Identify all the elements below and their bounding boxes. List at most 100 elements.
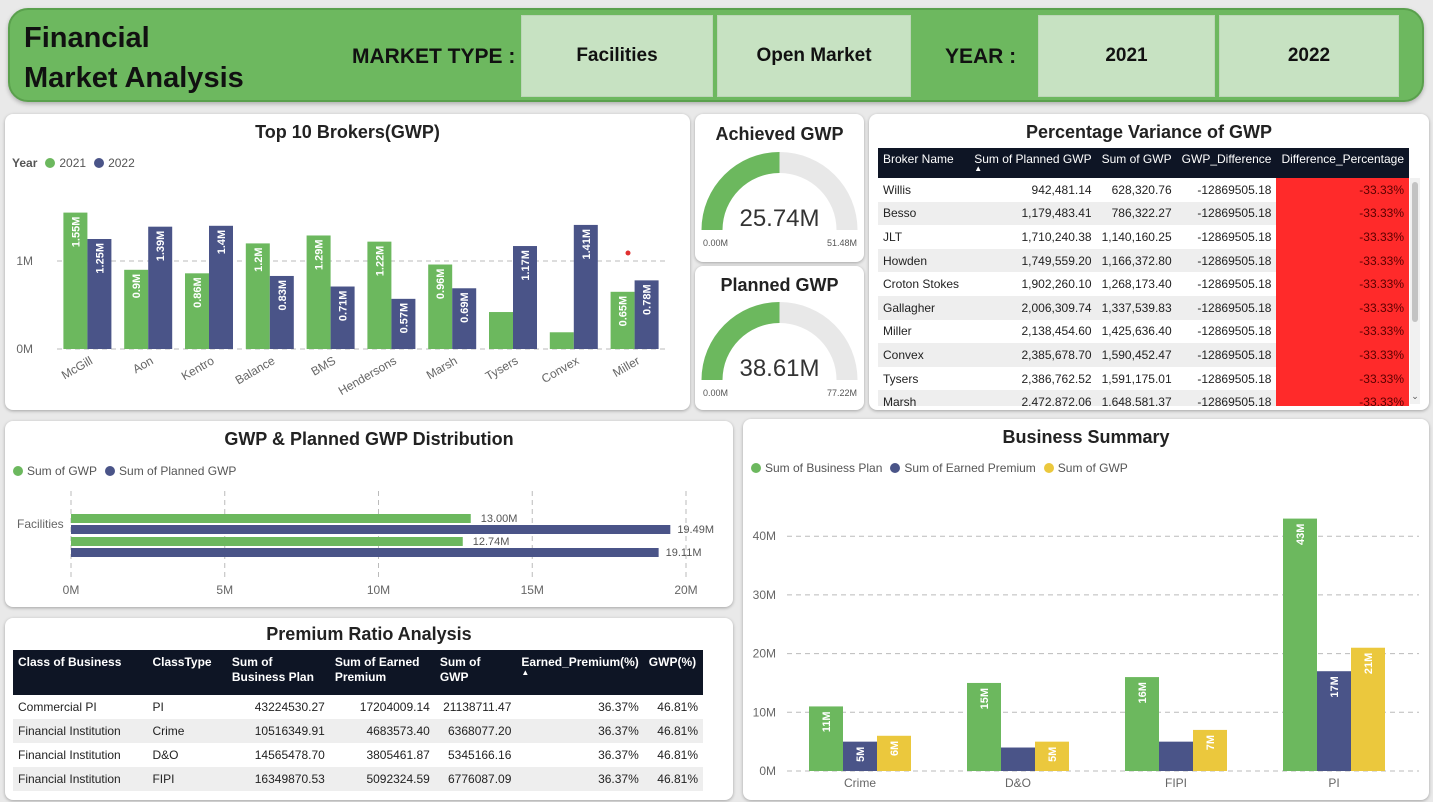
table-cell: 1,749,559.20	[1021, 253, 1092, 268]
gauge-value: 38.61M	[739, 355, 819, 382]
bar-data-label: 7M	[1205, 735, 1217, 750]
table-cell: 2,385,678.70	[1021, 347, 1092, 362]
bar-data-label: 5M	[1047, 747, 1059, 762]
bar-data-label: 1.25M	[94, 243, 106, 274]
premium-column-header[interactable]: Sum of GWP	[434, 650, 517, 695]
legend-2021-label: 2021	[59, 156, 87, 170]
premium-column-header[interactable]: ClassType	[147, 650, 227, 695]
planned-gwp-card: Planned GWP 38.61M 0.00M 77.22M	[695, 266, 864, 410]
legend-gwp-marker	[1043, 463, 1054, 473]
app-title-line1: Financial	[24, 22, 150, 54]
table-cell: 2,386,762.52	[1021, 371, 1092, 386]
table-row[interactable]: Willis 942,481.14 628,320.76 -12869505.18 -3…	[878, 178, 1409, 202]
table-cell: -12869505.18	[1197, 371, 1272, 386]
table-cell: -33.33%	[1276, 201, 1409, 226]
legend-earned-premium-marker	[890, 463, 901, 473]
bar-data-label: 15M	[979, 688, 991, 709]
x-tick-label: 5M	[216, 583, 233, 597]
x-tick-label: D&O	[1005, 776, 1031, 790]
table-row[interactable]: JLT 1,710,240.38 1,140,160.25 -12869505.18-…	[878, 225, 1409, 249]
variance-column-header[interactable]: Difference_Percentage	[1276, 148, 1409, 178]
table-row[interactable]: Tysers 2,386,762.52 1,591,175.01 -12869505.…	[878, 366, 1409, 391]
variance-table-viewport[interactable]: Broker Name Sum of Planned GWP ▲ Sum of GWP…	[878, 148, 1409, 406]
table-row[interactable]: Commercial PI PI 43224530.27 17204009.14 211…	[13, 695, 703, 719]
table-cell: 43224530.27	[254, 700, 325, 714]
table-row[interactable]: Howden 1,749,559.20 1,166,372.80 -12869505.…	[878, 248, 1409, 273]
table-cell: Commercial PI	[18, 700, 97, 714]
table-cell: -12869505.18	[1197, 277, 1272, 292]
premium-table: Class of Business ClassType Sum of Busines…	[13, 650, 703, 791]
bar-data-label: 43M	[1295, 524, 1307, 545]
legend-gwp-marker	[13, 466, 23, 476]
table-row[interactable]: Convex 2,385,678.70 1,590,452.47 -12869505.…	[878, 343, 1409, 367]
bar-data-label: 19.11M	[666, 547, 702, 559]
x-tick-label: Balance	[233, 353, 278, 387]
table-row[interactable]: Financial Institution FIPI 16349870.53 5092…	[13, 767, 703, 791]
bar-sum-of-gwp[interactable]	[71, 537, 463, 546]
table-row[interactable]: Marsh 2,472,872.06 1,648,581.37 -12869505.1…	[878, 390, 1409, 406]
table-row[interactable]: Besso 1,179,483.41 786,322.27 -12869505.18-…	[878, 201, 1409, 226]
legend-planned-marker	[105, 466, 116, 476]
market-type-label: MARKET TYPE :	[352, 45, 516, 68]
table-row[interactable]: Miller 2,138,454.60 1,425,636.40 -12869505.…	[878, 319, 1409, 344]
bar-sum-of-planned-gwp[interactable]	[71, 525, 671, 534]
year-label: YEAR :	[945, 45, 1017, 68]
year-2021-button[interactable]: 2021	[1038, 15, 1215, 97]
summary-card: Business Summary Sum of Business Plan Su…	[743, 419, 1429, 800]
table-cell: 46.81%	[657, 700, 698, 714]
bar-sum-of-gwp[interactable]	[71, 514, 471, 523]
achieved-gwp-title: Achieved GWP	[715, 124, 844, 144]
table-cell: Willis	[883, 182, 911, 197]
bar-data-label: 21M	[1363, 653, 1375, 674]
variance-scrollbar[interactable]: ⌄	[1410, 178, 1420, 404]
variance-column-header[interactable]: Sum of GWP	[1096, 148, 1177, 178]
premium-column-header[interactable]: Sum of Earned Premium	[329, 650, 435, 695]
distribution-title: GWP & Planned GWP Distribution	[224, 429, 514, 449]
bar-data-label: 19.49M	[677, 524, 714, 536]
table-row[interactable]: Gallagher 2,006,309.74 1,337,539.83 -128695…	[878, 295, 1409, 320]
bar-data-label: 1.4M	[216, 230, 228, 254]
bar-data-label: 0.71M	[338, 291, 350, 322]
bar-data-label: 1.39M	[155, 231, 167, 262]
summary-title: Business Summary	[1002, 427, 1170, 447]
table-cell: 942,481.14	[1031, 182, 1092, 197]
year-2022-button[interactable]: 2022	[1219, 15, 1399, 97]
premium-column-header[interactable]: Earned_Premium(%) ▲	[516, 650, 644, 695]
bar-d&o-sum-of-earned-premium[interactable]	[1001, 747, 1035, 771]
premium-column-header[interactable]: Sum of Business Plan	[226, 650, 330, 695]
scroll-down-icon[interactable]: ⌄	[1410, 391, 1420, 402]
premium-column-header[interactable]: GWP(%)	[643, 650, 703, 695]
table-cell: -33.33%	[1276, 366, 1409, 391]
table-cell: -12869505.18	[1197, 324, 1272, 339]
variance-column-header[interactable]: Broker Name	[878, 148, 970, 178]
bar-sum-of-planned-gwp[interactable]	[71, 548, 659, 557]
table-cell: 3805461.87	[366, 748, 430, 762]
variance-column-header[interactable]: GWP_Difference	[1176, 148, 1277, 178]
legend-gwp-label: Sum of GWP	[27, 464, 98, 478]
table-cell: -33.33%	[1276, 178, 1409, 202]
bar-convex-2021[interactable]	[549, 332, 574, 349]
table-row[interactable]: Financial Institution Crime 10516349.91 468…	[13, 719, 703, 743]
table-cell: -33.33%	[1276, 390, 1409, 406]
variance-scroll-thumb[interactable]	[1412, 182, 1418, 322]
x-tick-label: Crime	[844, 776, 876, 790]
bar-pi-sum-of-business-plan[interactable]	[1283, 518, 1317, 771]
bar-data-label: 0.96M	[435, 269, 447, 300]
table-row[interactable]: Financial Institution D&O 14565478.70 38054…	[13, 743, 703, 767]
legend-earned-premium-label: Sum of Earned Premium	[904, 461, 1036, 475]
table-cell: 46.81%	[657, 724, 698, 738]
premium-column-header[interactable]: Class of Business	[13, 650, 148, 695]
legend-business-plan-marker	[751, 463, 761, 473]
bar-tysers-2021[interactable]	[489, 312, 513, 349]
table-row[interactable]: Croton Stokes 1,902,260.10 1,268,173.40 -12…	[878, 272, 1409, 296]
table-cell: Crime	[152, 724, 185, 738]
bar-data-label: 13.00M	[481, 513, 518, 525]
table-cell: JLT	[883, 229, 903, 244]
bar-fipi-sum-of-earned-premium[interactable]	[1159, 741, 1193, 771]
gauge-max-label: 77.22M	[827, 388, 857, 398]
legend-sum-gwp-label: Sum of GWP	[1057, 461, 1128, 475]
variance-column-header[interactable]: Sum of Planned GWP ▲	[969, 148, 1097, 178]
market-type-facilities-button[interactable]: Facilities	[521, 15, 713, 97]
y-tick-label: 20M	[753, 647, 776, 661]
market-type-open-market-button[interactable]: Open Market	[717, 15, 911, 97]
